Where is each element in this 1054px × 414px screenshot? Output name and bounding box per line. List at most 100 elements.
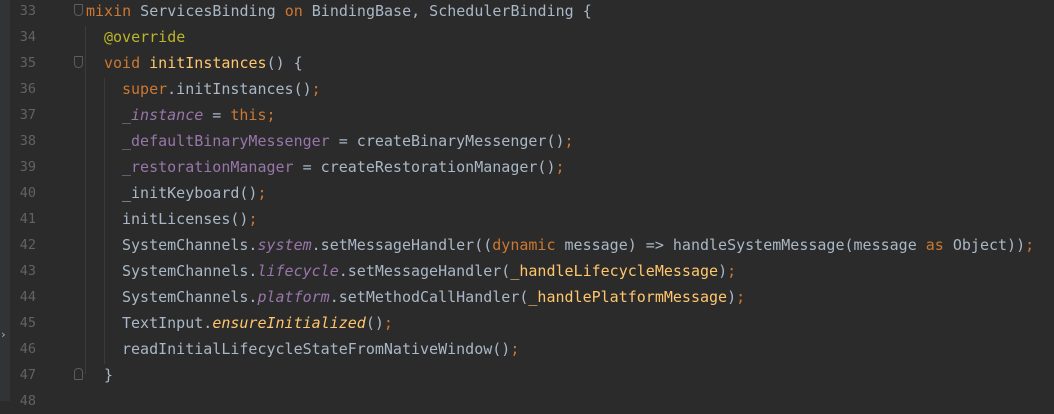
- code-token: }: [104, 366, 114, 384]
- line-number[interactable]: 45: [0, 310, 36, 336]
- code-token: initInstances: [149, 54, 267, 72]
- code-token: void: [104, 54, 141, 72]
- code-token: mixin: [86, 2, 132, 20]
- code-token: ;: [257, 184, 267, 202]
- code-token: TextInput.: [122, 314, 213, 332]
- code-line[interactable]: 33 mixin ServicesBinding on BindingBase, …: [0, 0, 1054, 24]
- code-token: super: [122, 80, 168, 98]
- fold-marker-icon[interactable]: [74, 368, 83, 380]
- code-line[interactable]: 46 readInitialLifecycleStateFromNativeWin…: [0, 336, 1054, 362]
- code-token: .setMethodCallHandler(: [329, 288, 529, 306]
- code-token: ;: [1025, 236, 1035, 254]
- line-number[interactable]: 37: [0, 102, 36, 128]
- code-token: _handlePlatformMessage: [528, 288, 728, 306]
- code-token: @override: [104, 28, 186, 46]
- code-line[interactable]: 43 SystemChannels.lifecycle.setMessageHan…: [0, 258, 1054, 284]
- code-token: system: [257, 236, 312, 254]
- code-text: super.initInstances();: [122, 76, 321, 102]
- code-line[interactable]: 39 _restorationManager = createRestoratio…: [0, 154, 1054, 180]
- code-line[interactable]: 41 initLicenses();: [0, 206, 1054, 232]
- code-token: _defaultBinaryMessenger: [122, 132, 330, 150]
- code-token: BindingBase, SchedulerBinding {: [302, 2, 592, 20]
- code-token: SystemChannels.: [122, 288, 258, 306]
- code-token: readInitialLifecycleStateFromNativeWindo…: [122, 340, 511, 358]
- code-token: Object)): [943, 236, 1026, 254]
- line-number[interactable]: 38: [0, 128, 36, 154]
- code-token: message) => handleSystemMessage(message: [555, 236, 926, 254]
- code-token: on: [284, 2, 303, 20]
- line-number[interactable]: 35: [0, 50, 36, 76]
- code-token: platform: [257, 288, 330, 306]
- code-token: .setMessageHandler(: [338, 262, 511, 280]
- code-text: initLicenses();: [122, 206, 257, 232]
- code-token: ;: [727, 262, 737, 280]
- line-number[interactable]: 43: [0, 258, 36, 284]
- code-token: ;: [383, 314, 393, 332]
- code-text: _initKeyboard();: [122, 180, 267, 206]
- code-line[interactable]: 38 _defaultBinaryMessenger = createBinary…: [0, 128, 1054, 154]
- code-text: SystemChannels.platform.setMethodCallHan…: [122, 284, 745, 310]
- code-text: TextInput.ensureInitialized();: [122, 310, 393, 336]
- line-number[interactable]: 48: [0, 388, 36, 414]
- code-token: ServicesBinding: [131, 2, 285, 20]
- code-text: SystemChannels.lifecycle.setMessageHandl…: [122, 258, 736, 284]
- code-line[interactable]: 40 _initKeyboard();: [0, 180, 1054, 206]
- fold-marker-icon[interactable]: [74, 56, 83, 68]
- line-number[interactable]: 33: [0, 0, 36, 24]
- line-number[interactable]: 34: [0, 24, 36, 50]
- code-line[interactable]: 42 SystemChannels.system.setMessageHandle…: [0, 232, 1054, 258]
- code-token: =: [203, 106, 231, 124]
- code-text: @override: [104, 24, 185, 50]
- code-token: _instance: [122, 106, 204, 124]
- code-token: ): [718, 262, 728, 280]
- code-line[interactable]: 44 SystemChannels.platform.setMethodCallH…: [0, 284, 1054, 310]
- code-token: ): [727, 288, 737, 306]
- code-token: = createRestorationManager(): [293, 158, 556, 176]
- code-line[interactable]: 47}: [0, 362, 1054, 388]
- code-text: _restorationManager = createRestorationM…: [122, 154, 565, 180]
- code-text: _defaultBinaryMessenger = createBinaryMe…: [122, 128, 574, 154]
- code-line[interactable]: 34 @override: [0, 24, 1054, 50]
- code-token: lifecycle: [257, 262, 339, 280]
- code-token: this: [230, 106, 267, 124]
- code-token: SystemChannels.: [122, 236, 258, 254]
- code-token: ;: [736, 288, 746, 306]
- line-number[interactable]: 36: [0, 76, 36, 102]
- code-token: = createBinaryMessenger(): [329, 132, 565, 150]
- code-text: SystemChannels.system.setMessageHandler(…: [122, 232, 1034, 258]
- code-token: () {: [266, 54, 303, 72]
- line-number[interactable]: 42: [0, 232, 36, 258]
- code-token: ;: [311, 80, 321, 98]
- line-number[interactable]: 44: [0, 284, 36, 310]
- code-text: _instance = this;: [122, 102, 276, 128]
- code-token: _initKeyboard(): [122, 184, 258, 202]
- code-text: mixin ServicesBinding on BindingBase, Sc…: [86, 0, 592, 24]
- code-text: void initInstances() {: [104, 50, 303, 76]
- code-token: ensureInitialized: [212, 314, 366, 332]
- line-number[interactable]: 40: [0, 180, 36, 206]
- code-token: ;: [555, 158, 565, 176]
- fold-marker-icon[interactable]: [74, 4, 83, 16]
- code-token: .setMessageHandler((: [311, 236, 493, 254]
- line-number[interactable]: 46: [0, 336, 36, 362]
- code-line[interactable]: 48: [0, 388, 1054, 414]
- code-token: ;: [266, 106, 276, 124]
- code-token: SystemChannels.: [122, 262, 258, 280]
- line-number[interactable]: 39: [0, 154, 36, 180]
- code-token: ;: [248, 210, 258, 228]
- code-token: (): [365, 314, 384, 332]
- code-line[interactable]: 45 TextInput.ensureInitialized();: [0, 310, 1054, 336]
- code-line[interactable]: 36 super.initInstances();: [0, 76, 1054, 102]
- code-token: ;: [564, 132, 574, 150]
- code-line[interactable]: 35 void initInstances() {: [0, 50, 1054, 76]
- line-number[interactable]: 47: [0, 362, 36, 388]
- code-token: as: [925, 236, 944, 254]
- code-token: dynamic: [492, 236, 556, 254]
- line-number[interactable]: 41: [0, 206, 36, 232]
- code-token: _handleLifecycleMessage: [510, 262, 719, 280]
- code-line[interactable]: 37 _instance = this;: [0, 102, 1054, 128]
- code-editor[interactable]: › 33 mixin ServicesBinding on BindingBase…: [0, 0, 1054, 409]
- code-text: readInitialLifecycleStateFromNativeWindo…: [122, 336, 519, 362]
- code-token: _restorationManager: [122, 158, 294, 176]
